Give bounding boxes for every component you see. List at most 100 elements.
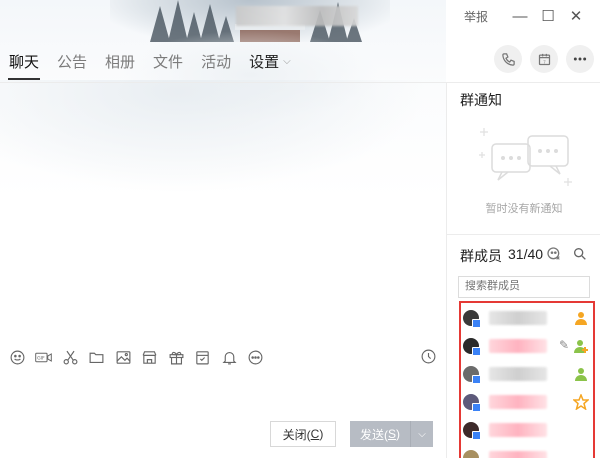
close-button[interactable]: 关闭(C): [270, 421, 336, 447]
report-link[interactable]: 举报: [464, 8, 488, 25]
edit-icon[interactable]: ✎: [559, 338, 569, 352]
shop-icon: [142, 350, 157, 364]
tab-announcement[interactable]: 公告: [48, 51, 96, 80]
member-name-redacted: [489, 311, 547, 325]
member-name-redacted: [489, 451, 547, 458]
list-item[interactable]: ✎: [461, 333, 593, 359]
search-icon[interactable]: [572, 246, 588, 262]
members-actions: [546, 246, 588, 262]
member-name-redacted: [489, 339, 547, 353]
panel-divider: [447, 234, 600, 235]
clock-icon: [421, 349, 436, 364]
list-item[interactable]: [461, 445, 593, 458]
calendar-mini-icon: [196, 350, 209, 364]
banner-snow: [0, 80, 446, 200]
history-button[interactable]: [420, 348, 437, 370]
notice-empty-text: 暂时没有新通知: [485, 203, 563, 215]
tab-bar: 聊天 公告 相册 文件 活动 设置 ⌵: [0, 50, 300, 80]
gif-button[interactable]: GIF: [31, 346, 58, 368]
calendar-button[interactable]: 7: [530, 45, 558, 73]
top-actions: 7: [494, 45, 594, 73]
member-list: ✎: [459, 301, 595, 458]
svg-text:GIF: GIF: [37, 355, 45, 361]
tab-album[interactable]: 相册: [96, 51, 144, 80]
chevron-down-icon: ⌵: [418, 428, 426, 440]
send-suffix: ): [396, 427, 400, 441]
list-item[interactable]: [461, 361, 593, 387]
close-suffix: ): [319, 427, 324, 441]
gif-icon: GIF: [35, 352, 53, 362]
tab-label: 设置: [249, 54, 280, 71]
member-role-icon: [575, 368, 587, 381]
list-item[interactable]: [461, 389, 593, 415]
tab-label: 活动: [201, 54, 232, 71]
calendar-icon: 7: [538, 53, 550, 65]
avatar: [463, 366, 481, 384]
scissors-icon: [63, 350, 78, 364]
member-manage-icon[interactable]: [546, 246, 562, 262]
close-label: 关闭(: [282, 427, 311, 442]
window-controls: 举报 — ☐ ✕: [464, 6, 590, 26]
image-button[interactable]: [110, 346, 137, 368]
tab-label: 公告: [57, 54, 88, 71]
group-title-redacted: [236, 6, 358, 26]
avatar: [463, 310, 481, 328]
send-shortcut: S: [387, 427, 396, 441]
bell-icon: [222, 351, 237, 364]
notice-title: 群通知: [460, 92, 502, 108]
more-button[interactable]: [566, 45, 594, 73]
send-options-button[interactable]: ⌵: [410, 421, 433, 447]
send-button[interactable]: 发送(S): [350, 421, 410, 447]
chevron-down-icon: ⌵: [283, 56, 291, 67]
member-name-redacted: [489, 423, 547, 437]
tab-activities[interactable]: 活动: [192, 51, 240, 80]
empty-notice-icon: [479, 128, 572, 186]
list-item[interactable]: [461, 417, 593, 443]
gift-button[interactable]: [163, 346, 190, 368]
phone-button[interactable]: [494, 45, 522, 73]
tab-chat[interactable]: 聊天: [0, 51, 48, 80]
svg-text:7: 7: [543, 59, 546, 64]
avatar: [463, 450, 479, 458]
more-circle-icon: [248, 350, 263, 364]
chat-background: [0, 0, 446, 200]
gift-icon: [169, 351, 184, 364]
close-window-button[interactable]: ✕: [562, 6, 590, 26]
tab-settings[interactable]: 设置 ⌵: [240, 51, 300, 80]
more-tools-button[interactable]: [243, 346, 270, 368]
members-count: 31/40: [508, 246, 544, 262]
member-name-redacted: [489, 395, 547, 409]
tab-files[interactable]: 文件: [144, 51, 192, 80]
star-icon: [573, 394, 589, 410]
maximize-button[interactable]: ☐: [534, 6, 562, 26]
avatar: [463, 338, 481, 356]
emoji-button[interactable]: [4, 346, 31, 368]
phone-icon: [501, 52, 515, 66]
input-toolbar: GIF: [4, 346, 269, 368]
schedule-button[interactable]: [190, 346, 217, 368]
members-title: 群成员 31/40: [460, 246, 543, 266]
screenshot-button[interactable]: [57, 346, 84, 368]
member-role-icon: [574, 340, 588, 353]
emoji-icon: [10, 350, 25, 364]
more-icon: [573, 57, 587, 61]
member-role-icon: [575, 312, 587, 325]
minimize-button[interactable]: —: [506, 6, 534, 26]
avatar: [463, 394, 481, 412]
tab-label: 相册: [105, 54, 136, 71]
file-button[interactable]: [84, 346, 111, 368]
shop-button[interactable]: [137, 346, 164, 368]
sidebar-divider: [446, 82, 447, 458]
header-divider: [0, 82, 600, 83]
avatar: [463, 422, 481, 440]
member-name-redacted: [489, 367, 547, 381]
member-search-input[interactable]: [465, 280, 583, 292]
image-icon: [116, 350, 131, 364]
members-label: 群成员: [460, 248, 502, 264]
member-search[interactable]: [458, 276, 590, 298]
folder-icon: [89, 352, 104, 363]
reminder-button[interactable]: [216, 346, 243, 368]
tab-label: 聊天: [9, 54, 40, 71]
send-label: 发送(: [359, 427, 388, 442]
list-item[interactable]: [461, 305, 593, 331]
